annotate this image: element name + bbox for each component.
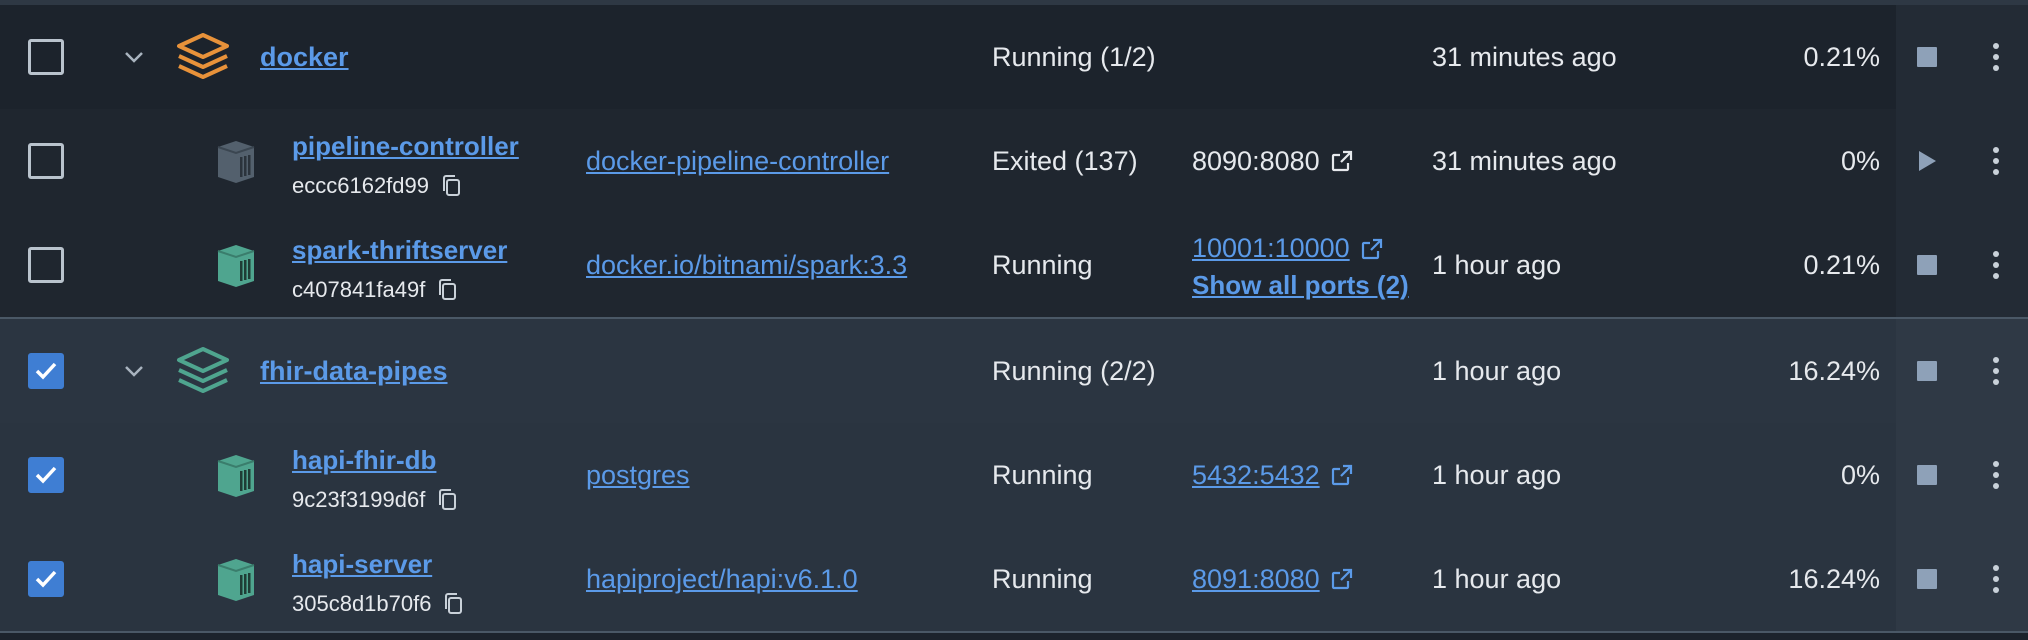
status-text: Running (2/2) — [992, 355, 1156, 386]
more-vertical-icon[interactable] — [1990, 459, 2002, 491]
row-checkbox[interactable] — [28, 39, 64, 75]
started-text: 1 hour ago — [1432, 563, 1562, 594]
group-name-link[interactable]: docker — [260, 5, 349, 109]
image-link[interactable]: hapiproject/hapi:v6.1.0 — [586, 527, 858, 631]
more-vertical-icon[interactable] — [1990, 563, 2002, 595]
chevron-down-icon[interactable] — [120, 43, 148, 71]
stop-icon[interactable] — [1917, 465, 1937, 485]
cpu-usage: 0.21% — [1803, 41, 1880, 72]
actions-column — [1896, 213, 2028, 317]
container-row-hapi-server[interactable]: hapi-server 305c8d1b70f6 hapiproject/hap… — [0, 527, 2028, 631]
status-text: Exited (137) — [992, 145, 1138, 176]
container-id-text: c407841fa49f — [292, 277, 426, 302]
copy-icon[interactable] — [437, 488, 459, 512]
container-row-spark-thriftserver[interactable]: spark-thriftserver c407841fa49f docker.i… — [0, 213, 2028, 317]
external-link-icon[interactable] — [1360, 237, 1384, 261]
port-mapping[interactable]: 8090:8080 — [1192, 109, 1354, 213]
check-icon — [35, 570, 57, 588]
more-vertical-icon[interactable] — [1990, 249, 2002, 281]
group-name-link[interactable]: fhir-data-pipes — [260, 319, 448, 423]
cpu-usage: 0% — [1840, 459, 1880, 490]
port-text: 5432:5432 — [1192, 459, 1320, 490]
port-text: 8091:8080 — [1192, 563, 1320, 594]
port-list: 10001:10000 Show all ports (2) — [1192, 233, 1416, 301]
image-link[interactable]: postgres — [586, 423, 690, 527]
more-vertical-icon[interactable] — [1990, 145, 2002, 177]
container-id: c407841fa49f — [292, 277, 459, 303]
container-name-link[interactable]: hapi-server — [292, 549, 432, 580]
actions-column — [1896, 527, 2028, 631]
started-text: 31 minutes ago — [1432, 41, 1617, 72]
actions-column — [1896, 5, 2028, 109]
stack-layers-icon — [177, 347, 229, 393]
stop-icon[interactable] — [1917, 569, 1937, 589]
stop-icon[interactable] — [1917, 361, 1937, 381]
row-checkbox[interactable] — [28, 143, 64, 179]
status-text: Running — [992, 563, 1093, 594]
stop-icon[interactable] — [1917, 255, 1937, 275]
chevron-down-icon[interactable] — [120, 357, 148, 385]
check-icon — [35, 466, 57, 484]
status-text: Running (1/2) — [992, 41, 1156, 72]
containers-table: docker Running (1/2) 31 minutes ago 0.21… — [0, 5, 2028, 633]
container-cube-icon — [217, 245, 255, 287]
status-text: Running — [992, 249, 1093, 280]
cpu-usage: 16.24% — [1788, 355, 1880, 386]
show-all-ports-link[interactable]: Show all ports (2) — [1192, 270, 1416, 301]
image-link[interactable]: docker.io/bitnami/spark:3.3 — [586, 213, 907, 317]
started-text: 1 hour ago — [1432, 355, 1562, 386]
container-id-text: eccc6162fd99 — [292, 173, 429, 198]
container-name-link[interactable]: spark-thriftserver — [292, 235, 507, 266]
container-row-hapi-fhir-db[interactable]: hapi-fhir-db 9c23f3199d6f postgres Runni… — [0, 423, 2028, 527]
port-mapping[interactable]: 5432:5432 — [1192, 423, 1354, 527]
external-link-icon[interactable] — [1330, 567, 1354, 591]
cpu-usage: 0.21% — [1803, 249, 1880, 280]
more-vertical-icon[interactable] — [1990, 41, 2002, 73]
container-name-link[interactable]: hapi-fhir-db — [292, 445, 436, 476]
group-row-fhir-data-pipes[interactable]: fhir-data-pipes Running (2/2) 1 hour ago… — [0, 319, 2028, 423]
play-icon[interactable] — [1916, 149, 1938, 173]
container-name-link[interactable]: pipeline-controller — [292, 131, 519, 162]
more-vertical-icon[interactable] — [1990, 355, 2002, 387]
row-checkbox[interactable] — [28, 561, 64, 597]
copy-icon[interactable] — [443, 592, 465, 616]
status-text: Running — [992, 459, 1093, 490]
container-cube-icon — [217, 455, 255, 497]
row-checkbox[interactable] — [28, 247, 64, 283]
copy-icon[interactable] — [441, 174, 463, 198]
container-row-pipeline-controller[interactable]: pipeline-controller eccc6162fd99 docker-… — [0, 109, 2028, 213]
container-cube-icon — [217, 559, 255, 601]
container-id-text: 305c8d1b70f6 — [292, 591, 432, 616]
external-link-icon[interactable] — [1330, 463, 1354, 487]
actions-column — [1896, 423, 2028, 527]
port-mapping[interactable]: 10001:10000 — [1192, 233, 1416, 264]
port-text: 8090:8080 — [1192, 145, 1320, 176]
port-text: 10001:10000 — [1192, 233, 1350, 263]
cpu-usage: 0% — [1840, 145, 1880, 176]
container-id: 9c23f3199d6f — [292, 487, 459, 513]
cpu-usage: 16.24% — [1788, 563, 1880, 594]
stop-icon[interactable] — [1917, 47, 1937, 67]
check-icon — [35, 362, 57, 380]
external-link-icon[interactable] — [1330, 149, 1354, 173]
container-id-text: 9c23f3199d6f — [292, 487, 426, 512]
started-text: 31 minutes ago — [1432, 145, 1617, 176]
row-checkbox[interactable] — [28, 353, 64, 389]
container-id: 305c8d1b70f6 — [292, 591, 465, 617]
row-divider — [0, 631, 2028, 633]
port-mapping[interactable]: 8091:8080 — [1192, 527, 1354, 631]
started-text: 1 hour ago — [1432, 249, 1562, 280]
container-id: eccc6162fd99 — [292, 173, 463, 199]
image-link[interactable]: docker-pipeline-controller — [586, 109, 889, 213]
copy-icon[interactable] — [437, 278, 459, 302]
started-text: 1 hour ago — [1432, 459, 1562, 490]
stack-layers-icon — [177, 33, 229, 79]
actions-column — [1896, 319, 2028, 423]
group-row-docker[interactable]: docker Running (1/2) 31 minutes ago 0.21… — [0, 5, 2028, 109]
row-checkbox[interactable] — [28, 457, 64, 493]
container-cube-icon — [217, 141, 255, 183]
